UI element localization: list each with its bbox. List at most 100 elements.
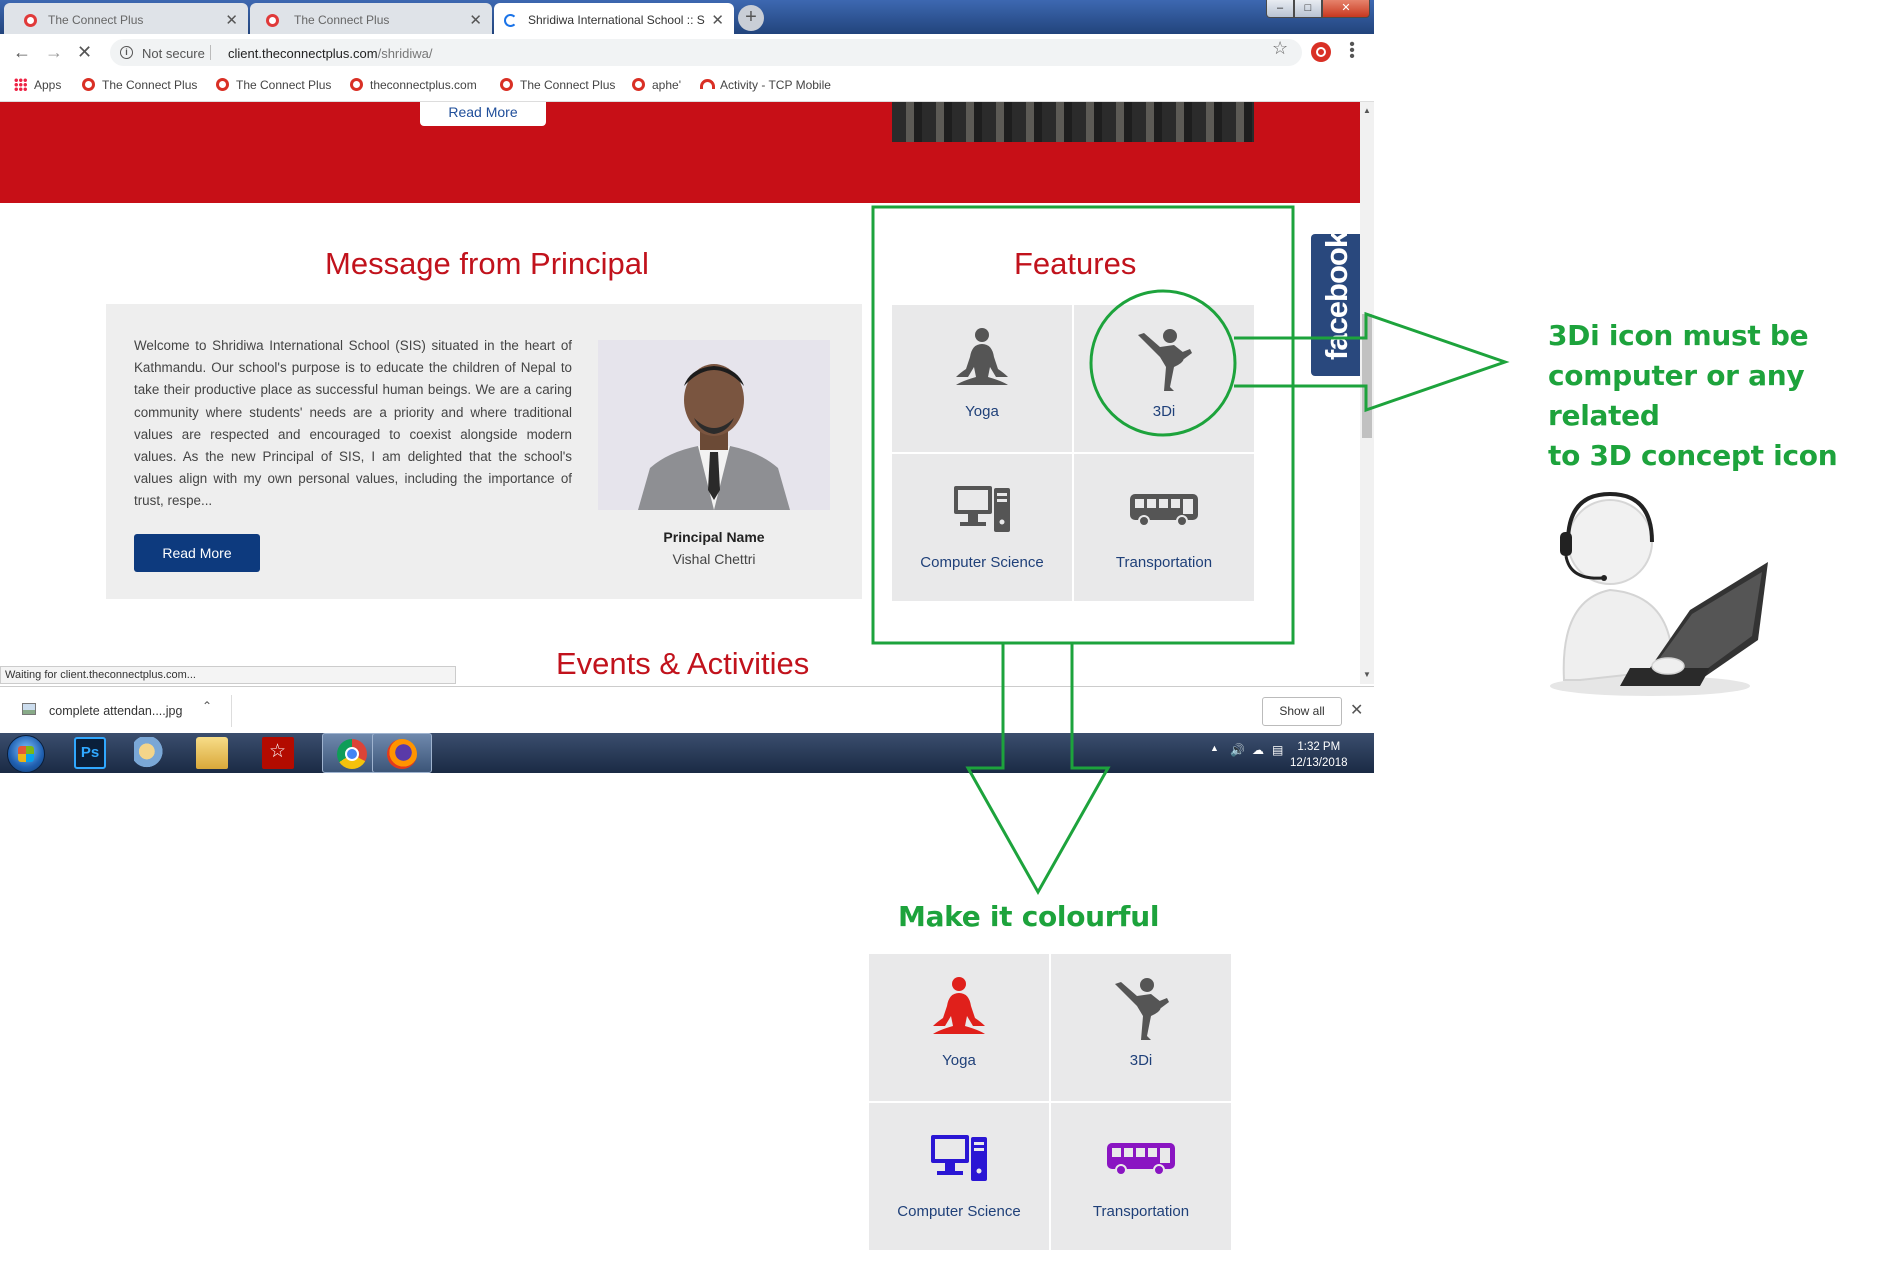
computer-icon: [931, 1135, 987, 1181]
photoshop-icon[interactable]: Ps: [74, 737, 106, 769]
tab-shridiwa[interactable]: Shridiwa International School :: S ✕: [494, 3, 734, 34]
apps-grid-icon: [14, 78, 27, 91]
firefox-taskbar-button[interactable]: [372, 733, 432, 773]
annotation-colour-note: Make it colourful: [898, 900, 1160, 933]
close-icon[interactable]: ✕: [1350, 700, 1363, 720]
show-all-button[interactable]: Show all: [1262, 697, 1342, 726]
feature-transportation[interactable]: Transportation: [1074, 454, 1254, 601]
features-section-title: Features: [1014, 246, 1137, 281]
principal-name: Vishal Chettri: [672, 551, 756, 567]
maximize-button[interactable]: □: [1294, 0, 1322, 18]
facebook-tab[interactable]: facebook: [1311, 234, 1360, 376]
acrobat-icon[interactable]: [262, 737, 294, 769]
feature-label: Transportation: [1092, 1203, 1190, 1220]
onedrive-icon[interactable]: ☁: [1252, 743, 1264, 757]
firefox-icon: [387, 739, 417, 769]
bookmark-aphe[interactable]: aphe': [632, 78, 681, 92]
tab-close-icon[interactable]: ✕: [469, 11, 482, 29]
tab-title: The Connect Plus: [48, 13, 144, 27]
url-text[interactable]: client.theconnectplus.com/shridiwa/: [228, 46, 433, 61]
bus-icon: [1130, 494, 1198, 527]
new-tab-button[interactable]: +: [738, 5, 764, 31]
tab-close-icon[interactable]: ✕: [711, 11, 724, 29]
loading-spinner-icon: [504, 14, 517, 27]
bookmark-connect-plus-1[interactable]: The Connect Plus: [82, 78, 197, 92]
forward-arrow-icon[interactable]: →: [45, 42, 63, 63]
clock[interactable]: 1:32 PM 12/13/2018: [1290, 739, 1348, 771]
download-item[interactable]: complete attendan....jpg: [49, 704, 182, 718]
browser-window: The Connect Plus ✕ The Connect Plus ✕ Sh…: [0, 0, 1374, 773]
feature-label: Computer Science: [920, 554, 1044, 571]
page-scrollbar[interactable]: ▲ ▼: [1360, 102, 1374, 684]
bookmark-label: Apps: [34, 78, 62, 92]
tray-expand-icon[interactable]: ▲: [1210, 743, 1219, 753]
bookmark-activity-tcp[interactable]: Activity - TCP Mobile: [700, 78, 831, 92]
tab-connect-plus-1[interactable]: The Connect Plus ✕: [4, 3, 248, 34]
colourful-features-mockup: Yoga 3Di Computer Science Transportation: [869, 954, 1231, 1250]
mockup-feature-computer-science: Computer Science: [869, 1103, 1049, 1250]
karate-icon: [1138, 329, 1192, 391]
toolbar: ← → ✕ i Not secure client.theconnectplus…: [0, 34, 1374, 70]
start-button[interactable]: [7, 735, 45, 773]
divider: [231, 695, 232, 727]
close-window-button[interactable]: ✕: [1322, 0, 1370, 18]
tab-connect-plus-2[interactable]: The Connect Plus ✕: [250, 3, 492, 34]
bookmarks-bar: Apps The Connect Plus The Connect Plus t…: [0, 70, 1374, 102]
volume-icon[interactable]: 🔊: [1230, 743, 1245, 757]
tab-title: Shridiwa International School :: S: [528, 13, 705, 27]
bookmark-connect-plus-3[interactable]: The Connect Plus: [500, 78, 615, 92]
back-arrow-icon[interactable]: ←: [13, 42, 31, 63]
scrollbar-thumb[interactable]: [1362, 314, 1372, 438]
scroll-down-arrow-icon[interactable]: ▼: [1363, 670, 1371, 679]
security-label[interactable]: Not secure: [142, 46, 205, 61]
mockup-feature-transportation: Transportation: [1051, 1103, 1231, 1250]
connectplus-extension-icon[interactable]: [1311, 42, 1331, 62]
download-shelf: complete attendan....jpg ⌃ Show all ✕: [0, 686, 1374, 733]
network-icon[interactable]: ▤: [1272, 743, 1283, 757]
principal-photo: [598, 340, 830, 510]
note-line: to 3D concept icon: [1548, 439, 1838, 472]
bookmark-star-icon[interactable]: ☆: [1272, 38, 1288, 59]
stop-loading-icon[interactable]: ✕: [77, 42, 92, 63]
connectplus-favicon: [350, 78, 363, 91]
bookmark-label: Activity - TCP Mobile: [720, 78, 831, 92]
principal-read-more-button[interactable]: Read More: [134, 534, 260, 572]
hero-photo: [892, 102, 1254, 142]
tab-strip: The Connect Plus ✕ The Connect Plus ✕ Sh…: [0, 0, 1374, 34]
address-bar[interactable]: i Not secure client.theconnectplus.com/s…: [110, 39, 1302, 66]
minimize-button[interactable]: –: [1266, 0, 1294, 18]
bookmark-label: The Connect Plus: [236, 78, 332, 92]
features-grid: Yoga 3Di Computer Science Transportation: [892, 305, 1254, 601]
connectplus-favicon: [24, 14, 37, 27]
divider: [210, 45, 211, 60]
principal-message: Welcome to Shridiwa International School…: [134, 338, 572, 509]
bookmark-apps[interactable]: Apps: [14, 78, 61, 92]
clock-date: 12/13/2018: [1290, 757, 1348, 769]
mockup-feature-3di: 3Di: [1051, 954, 1231, 1101]
browser-menu-icon[interactable]: • • •: [1349, 37, 1355, 65]
tab-close-icon[interactable]: ✕: [225, 11, 238, 29]
note-line: computer or any related: [1548, 359, 1805, 432]
feature-3di[interactable]: 3Di: [1074, 305, 1254, 452]
scroll-up-arrow-icon[interactable]: ▲: [1363, 106, 1371, 115]
url-host: client.theconnectplus.com: [228, 46, 378, 61]
paint-icon[interactable]: [134, 737, 166, 769]
principal-section-title: Message from Principal: [325, 246, 649, 281]
chevron-up-icon[interactable]: ⌃: [202, 699, 212, 713]
karate-icon: [1115, 978, 1169, 1040]
feature-label: Transportation: [1115, 554, 1213, 571]
hero-read-more-button[interactable]: Read More: [420, 102, 546, 126]
connectplus-favicon: [82, 78, 95, 91]
events-section-title: Events & Activities: [556, 646, 810, 681]
feature-yoga[interactable]: Yoga: [892, 305, 1072, 452]
file-explorer-icon[interactable]: [196, 737, 228, 769]
image-file-icon: [22, 703, 36, 715]
principal-caption-title: Principal Name: [663, 529, 765, 545]
page-viewport: Read More Message from Principal Welcome…: [0, 102, 1360, 684]
info-icon[interactable]: i: [120, 46, 133, 59]
feature-label: Yoga: [942, 1052, 976, 1069]
feature-label: Computer Science: [897, 1203, 1021, 1220]
feature-computer-science[interactable]: Computer Science: [892, 454, 1072, 601]
bookmark-theconnectplus[interactable]: theconnectplus.com: [350, 78, 477, 92]
bookmark-connect-plus-2[interactable]: The Connect Plus: [216, 78, 331, 92]
